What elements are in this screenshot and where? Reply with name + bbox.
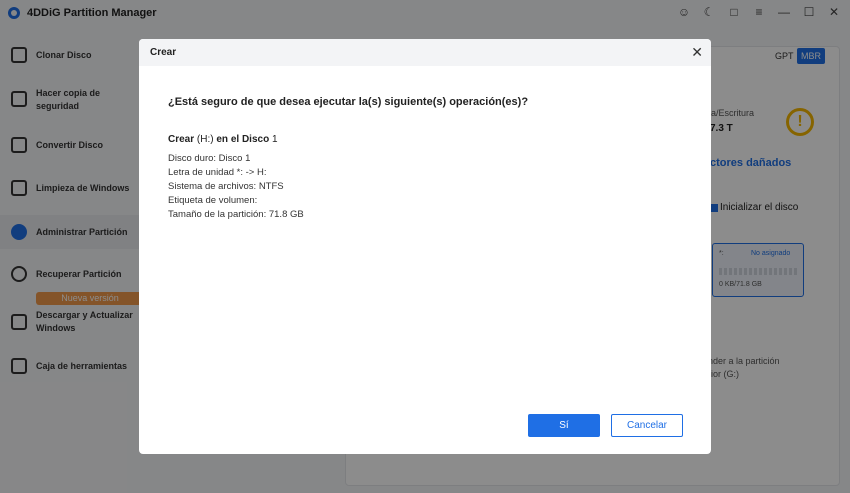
cancel-button[interactable]: Cancelar: [611, 414, 683, 437]
dialog-question: ¿Está seguro de que desea ejecutar la(s)…: [168, 96, 529, 108]
detail-volume-label: Etiqueta de volumen:: [168, 195, 258, 206]
dialog-header: Crear ✕: [139, 39, 711, 66]
detail-drive-letter: Letra de unidad *: -> H:: [168, 167, 267, 178]
confirm-dialog: Crear ✕ ¿Está seguro de que desea ejecut…: [139, 39, 711, 454]
dialog-title: Crear: [150, 47, 177, 58]
detail-filesystem: Sistema de archivos: NTFS: [168, 181, 284, 192]
detail-partition-size: Tamaño de la partición: 71.8 GB: [168, 209, 304, 220]
yes-button[interactable]: Sí: [528, 414, 600, 437]
dialog-close-icon[interactable]: ✕: [691, 45, 703, 59]
detail-disk: Disco duro: Disco 1: [168, 153, 251, 164]
operation-title: Crear (H:) en el Disco 1: [168, 134, 278, 145]
